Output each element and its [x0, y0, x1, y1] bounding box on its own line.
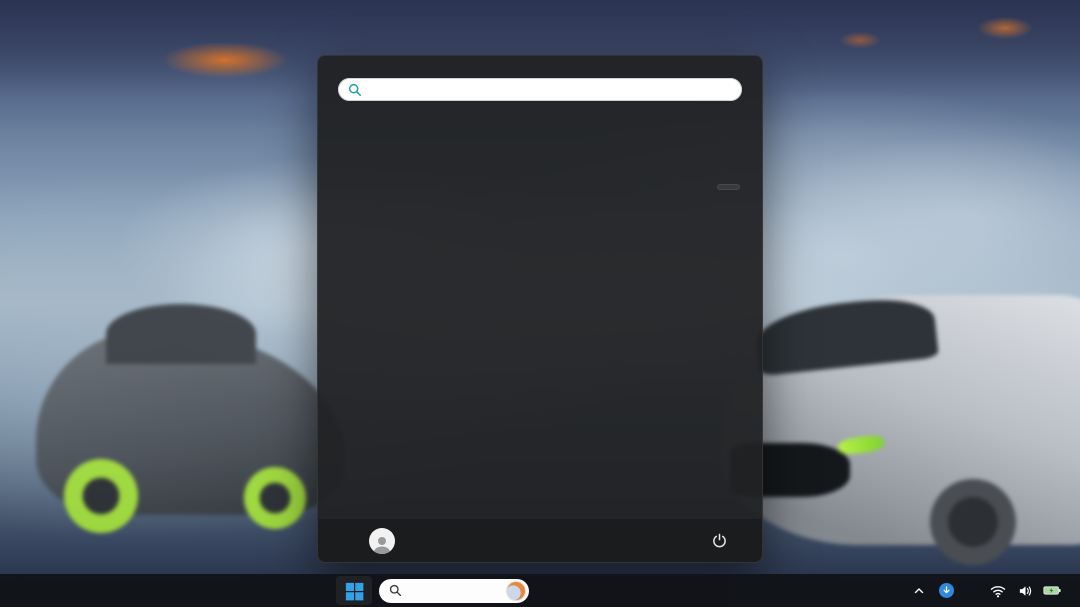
- wallpaper-car-left: [36, 330, 346, 515]
- wifi-icon[interactable]: [989, 579, 1007, 603]
- start-user-bar: [318, 519, 762, 562]
- start-search-input[interactable]: [338, 78, 742, 101]
- volume-icon[interactable]: [1016, 579, 1034, 603]
- windows-logo-icon: [344, 581, 364, 601]
- search-highlights-icon[interactable]: [506, 581, 526, 601]
- power-button[interactable]: [704, 526, 734, 556]
- search-icon: [348, 83, 362, 97]
- search-icon: [389, 584, 402, 597]
- start-button[interactable]: [336, 576, 372, 605]
- desktop: [0, 0, 1080, 607]
- tray-chevron-up-icon[interactable]: [910, 579, 928, 603]
- wallpaper-car-right: [720, 295, 1080, 545]
- user-account-button[interactable]: [361, 524, 415, 558]
- windows-update-tray-icon[interactable]: [937, 579, 955, 603]
- taskbar-search-input[interactable]: [379, 579, 529, 603]
- all-apps-button[interactable]: [717, 184, 740, 190]
- power-icon: [712, 533, 727, 548]
- battery-icon[interactable]: [1043, 579, 1061, 603]
- start-menu: [317, 55, 763, 563]
- taskbar: [0, 574, 1080, 607]
- user-avatar: [369, 528, 395, 554]
